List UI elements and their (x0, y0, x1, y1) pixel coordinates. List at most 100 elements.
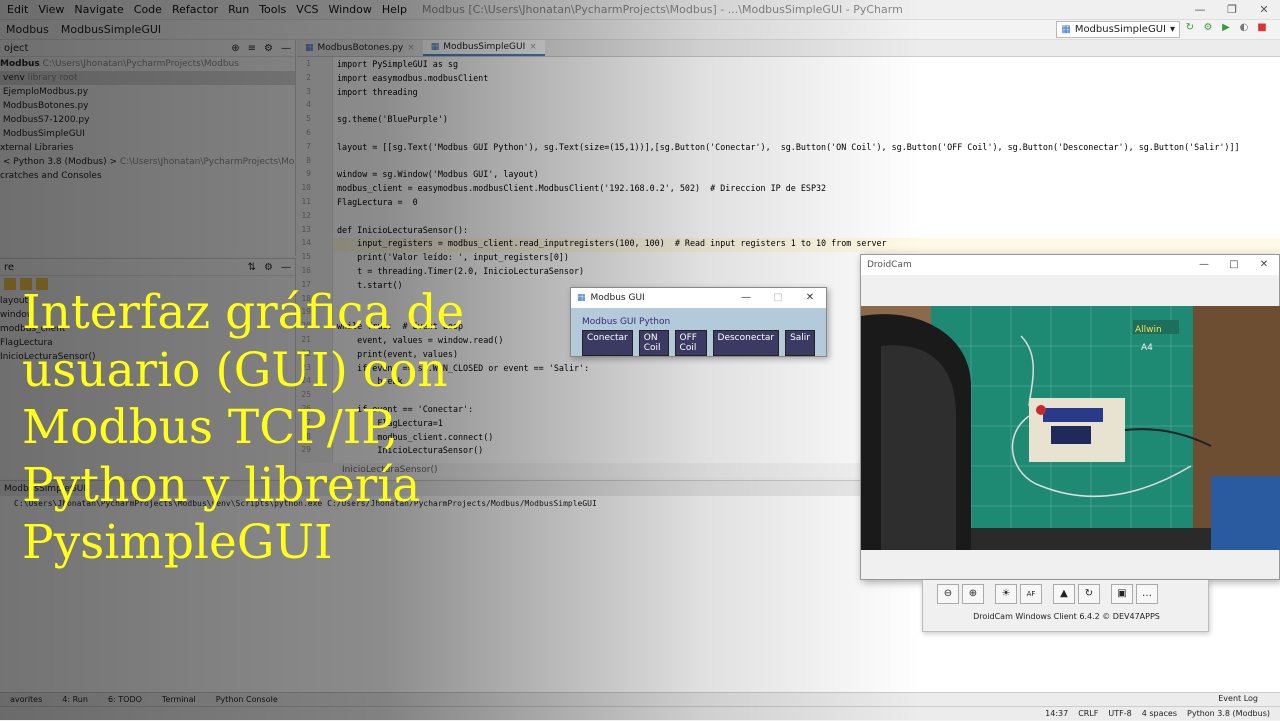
menu-refactor[interactable]: Refactor (167, 3, 223, 16)
breadcrumb-project[interactable]: Modbus (0, 23, 55, 36)
close-icon[interactable]: ✕ (794, 288, 826, 308)
menu-view[interactable]: View (33, 3, 69, 16)
line-number: 12 (301, 210, 311, 220)
menu-run[interactable]: Run (223, 3, 254, 16)
menu-edit[interactable]: Edit (2, 3, 33, 16)
close-icon[interactable]: × (407, 40, 415, 57)
line-number: 4 (306, 100, 311, 110)
line-number: 14 (301, 238, 311, 248)
restore-icon[interactable]: ❐ (1216, 0, 1248, 20)
tree-item-external-libraries[interactable]: xternal Libraries (0, 141, 295, 155)
breadcrumb-file[interactable]: ModbusSimpleGUI (55, 23, 167, 36)
tab-modbus-botones[interactable]: ▦ ModbusBotones.py × (297, 40, 423, 56)
code-line: import easymodbus.modbusClient (337, 72, 489, 83)
python-file-icon: ▦ (305, 42, 314, 53)
rerun-icon[interactable]: ↻ (1184, 22, 1196, 34)
maximize-icon[interactable]: □ (1219, 255, 1249, 275)
menu-bar: Edit View Navigate Code Refactor Run Too… (0, 0, 1280, 20)
gear-icon[interactable]: ⚙ (264, 262, 273, 273)
event-log-button[interactable]: Event Log (1218, 694, 1258, 703)
collapse-icon[interactable]: ≡ (248, 43, 256, 54)
sort-icon[interactable] (4, 278, 16, 290)
line-number: 9 (306, 169, 311, 179)
tab-favorites[interactable]: avorites (0, 695, 52, 704)
line-number: 5 (306, 114, 311, 124)
run-config-label: ModbusSimpleGUI (1074, 24, 1166, 35)
close-icon[interactable]: ✕ (1248, 0, 1280, 20)
chevron-down-icon: ▾ (1169, 24, 1175, 35)
code-line: FlagLectura = 0 (337, 197, 418, 207)
hide-icon[interactable]: — (281, 43, 291, 54)
status-indent[interactable]: 4 spaces (1142, 707, 1177, 721)
tree-item-modbus[interactable]: Modbus C:\Users\Jhonatan\PycharmProjects… (0, 57, 295, 71)
project-panel-title[interactable]: oject (4, 43, 28, 54)
overlay-line: Modbus TCP/IP, (22, 400, 399, 455)
droidcam-window: DroidCam — □ ✕ Allwin A4 (860, 254, 1280, 580)
rotate-icon[interactable]: ↻ (1078, 584, 1100, 604)
more-icon[interactable]: … (1136, 584, 1158, 604)
menu-navigate[interactable]: Navigate (69, 3, 128, 16)
profile-icon[interactable]: ◐ (1238, 22, 1250, 34)
line-number: 16 (301, 266, 311, 275)
code-line: modbus_client = easymodbus.modbusClient.… (337, 183, 827, 194)
menu-help[interactable]: Help (377, 3, 412, 16)
coverage-icon[interactable]: ▶ (1220, 22, 1232, 34)
tree-item-file[interactable]: ModbusBotones.py (0, 99, 295, 113)
menu-tools[interactable]: Tools (254, 3, 291, 16)
locate-icon[interactable]: ⊕ (231, 43, 239, 54)
menu-vcs[interactable]: VCS (291, 3, 323, 16)
minimize-icon[interactable]: — (1184, 0, 1216, 20)
tree-item-file[interactable]: EjemploModbus.py (0, 85, 295, 99)
status-encoding[interactable]: UTF-8 (1108, 707, 1131, 721)
flip-icon[interactable]: ▲ (1053, 584, 1075, 604)
brightness-icon[interactable]: ☀ (995, 584, 1017, 604)
structure-panel-title[interactable]: re (4, 262, 14, 273)
overlay-line: usuario (GUI) con (22, 342, 448, 398)
debug-icon[interactable]: ⚙ (1202, 22, 1214, 34)
off-coil-button[interactable]: OFF Coil (674, 330, 707, 356)
line-number: 15 (301, 252, 311, 262)
status-interpreter[interactable]: Python 3.8 (Modbus) (1187, 707, 1270, 721)
zoom-in-icon[interactable]: ⊕ (962, 584, 984, 604)
camera-icon[interactable]: ▣ (1111, 584, 1133, 604)
line-number: 10 (301, 183, 311, 193)
code-line: window = sg.Window('Modbus GUI', layout) (337, 169, 539, 180)
desconectar-button[interactable]: Desconectar (712, 330, 780, 356)
zoom-out-icon[interactable]: ⊖ (937, 584, 959, 604)
tree-item-venv[interactable]: venv library root (0, 71, 295, 85)
minimize-icon[interactable]: — (1189, 255, 1219, 275)
gear-icon[interactable]: ⚙ (264, 43, 273, 54)
code-line: t = threading.Timer(2.0, InicioLecturaSe… (337, 266, 585, 276)
run-config-select[interactable]: ▦ ModbusSimpleGUI ▾ (1056, 21, 1180, 38)
line-number: 13 (301, 224, 311, 234)
menu-code[interactable]: Code (129, 3, 167, 16)
tab-modbus-simple-gui[interactable]: ▦ ModbusSimpleGUI × (422, 39, 545, 56)
tab-terminal[interactable]: Terminal (152, 695, 206, 704)
tree-item-python-sdk[interactable]: < Python 3.8 (Modbus) > C:\Users\Jhonata… (0, 155, 295, 169)
window-title: Modbus [C:\Users\Jhonatan\PycharmProject… (421, 3, 903, 16)
tab-python-console[interactable]: Python Console (206, 695, 288, 704)
menu-window[interactable]: Window (324, 3, 377, 16)
tab-run[interactable]: 4: Run (52, 695, 98, 704)
close-icon[interactable]: ✕ (1249, 255, 1279, 275)
status-line-separator[interactable]: CRLF (1078, 707, 1098, 721)
tab-todo[interactable]: 6: TODO (98, 695, 152, 704)
line-number: 11 (301, 197, 311, 206)
close-icon[interactable]: × (529, 39, 537, 56)
maximize-icon[interactable]: □ (762, 288, 794, 308)
hide-icon[interactable]: — (281, 262, 291, 273)
tab-label: ModbusBotones.py (317, 42, 404, 53)
board-brand-text: Allwin (1135, 325, 1162, 335)
tree-item-file[interactable]: ModbusS7-1200.py (0, 113, 295, 127)
minimize-icon[interactable]: — (730, 288, 762, 308)
tree-item-scratches[interactable]: cratches and Consoles (0, 169, 295, 183)
tree-item-file[interactable]: ModbusSimpleGUI (0, 127, 295, 141)
status-position[interactable]: 14:37 (1045, 707, 1068, 721)
salir-button[interactable]: Salir (785, 330, 815, 356)
autofocus-icon[interactable]: AF (1020, 584, 1042, 604)
expand-icon[interactable]: ⇅ (248, 262, 256, 273)
line-number: 1 (306, 59, 311, 68)
stop-icon[interactable]: ■ (1256, 22, 1268, 34)
line-number: 2 (306, 72, 311, 82)
project-tree: Modbus C:\Users\Jhonatan\PycharmProjects… (0, 57, 295, 183)
